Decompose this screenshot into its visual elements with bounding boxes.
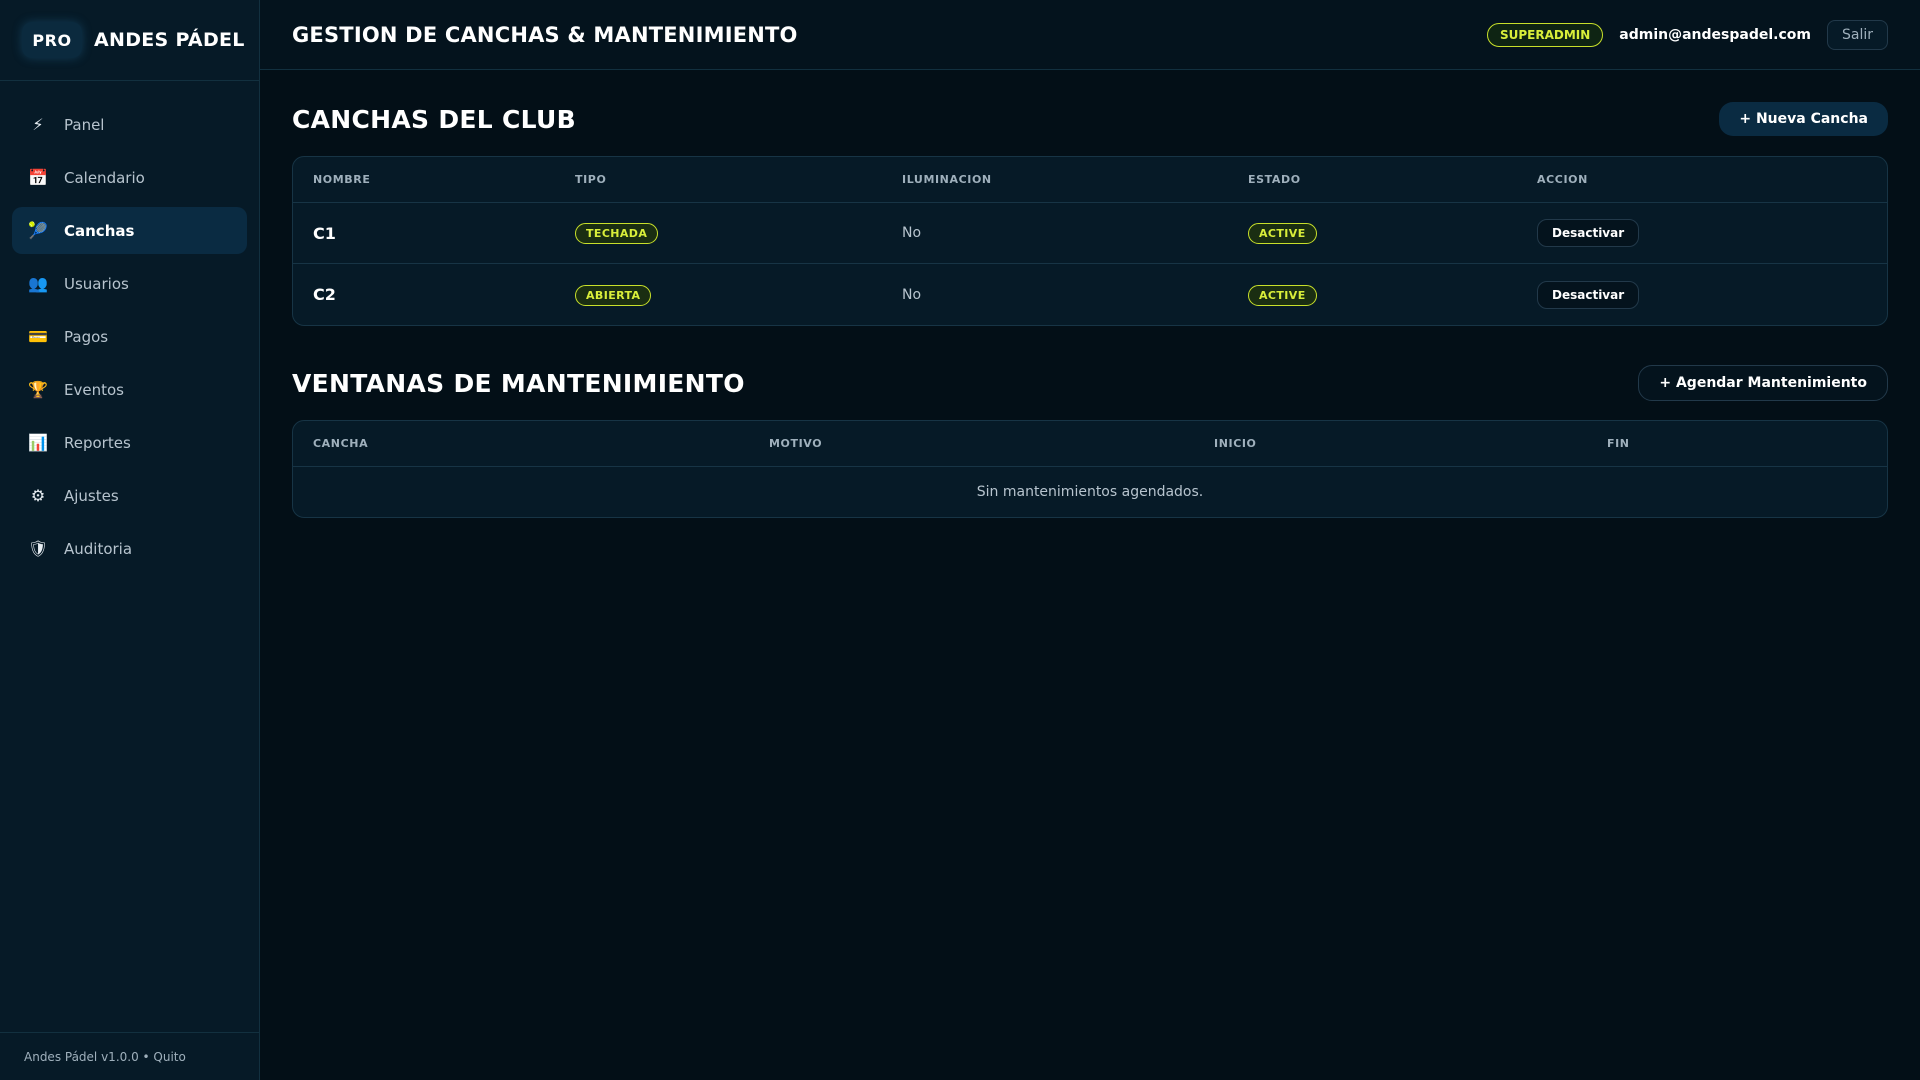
gear-icon: ⚙ <box>30 486 46 505</box>
sidebar-item-pagos[interactable]: 💳 Pagos <box>12 313 247 360</box>
calendar-icon: 📅 <box>28 168 48 187</box>
court-type-cell: TECHADA <box>575 222 902 244</box>
column-header[interactable]: ILUMINACION <box>902 173 1248 186</box>
courts-section: CANCHAS DEL CLUB + Nueva Cancha NOMBRE T… <box>292 102 1888 326</box>
schedule-maintenance-button[interactable]: + Agendar Mantenimiento <box>1638 365 1888 401</box>
maintenance-section-header: VENTANAS DE MANTENIMIENTO + Agendar Mant… <box>292 365 1888 401</box>
courts-title: CANCHAS DEL CLUB <box>292 104 576 134</box>
sidebar-item-label: Auditoria <box>64 539 133 558</box>
deactivate-button[interactable]: Desactivar <box>1537 280 1640 309</box>
user-email: admin@andespadel.com <box>1619 26 1811 43</box>
empty-state-message: Sin mantenimientos agendados. <box>976 484 1204 500</box>
sidebar-nav: ⚡ Panel 📅 Calendario 🎾 Canchas 👥 Usuario… <box>0 81 259 572</box>
deactivate-button[interactable]: Desactivar <box>1537 219 1640 247</box>
sidebar-item-label: Panel <box>64 115 105 134</box>
courts-table: NOMBRE TIPO ILUMINACION ESTADO ACCION C1… <box>292 156 1888 326</box>
court-name: C2 <box>313 285 336 304</box>
sidebar-item-label: Usuarios <box>64 274 129 293</box>
sidebar-item-reportes[interactable]: 📊 Reportes <box>12 419 247 466</box>
sidebar-item-panel[interactable]: ⚡ Panel <box>12 101 247 148</box>
brand: PRO ANDES PÁDEL <box>0 0 259 81</box>
column-header[interactable]: NOMBRE <box>313 173 575 186</box>
court-type-badge: TECHADA <box>575 223 659 244</box>
tennis-ball-icon: 🎾 <box>28 221 48 240</box>
top-header: GESTION DE CANCHAS & MANTENIMIENTO SUPER… <box>260 0 1920 70</box>
table-header: CANCHA MOTIVO INICIO FIN <box>293 421 1887 467</box>
sidebar-item-usuarios[interactable]: 👥 Usuarios <box>12 260 247 307</box>
column-header[interactable]: CANCHA <box>313 437 769 450</box>
column-header[interactable]: MOTIVO <box>769 437 1214 450</box>
column-header[interactable]: ESTADO <box>1248 173 1537 186</box>
users-icon: 👥 <box>28 274 48 293</box>
court-type-cell: ABIERTA <box>575 284 902 306</box>
court-type-badge: ABIERTA <box>575 284 652 306</box>
court-status-cell: ACTIVE <box>1248 284 1537 306</box>
lightning-icon: ⚡ <box>32 115 44 134</box>
sidebar-item-auditoria[interactable]: 🛡 Auditoria <box>12 525 247 572</box>
brand-logo[interactable]: PRO <box>22 22 82 58</box>
maintenance-title: VENTANAS DE MANTENIMIENTO <box>292 368 745 398</box>
sidebar-item-canchas[interactable]: 🎾 Canchas <box>12 207 247 254</box>
bar-chart-icon: 📊 <box>28 433 48 452</box>
shield-icon: 🛡 <box>27 539 49 558</box>
version-footer: Andes Pádel v1.0.0 • Quito <box>0 1032 259 1080</box>
credit-card-icon: 💳 <box>28 327 48 346</box>
column-header[interactable]: TIPO <box>575 173 902 186</box>
court-status-cell: ACTIVE <box>1248 222 1537 244</box>
sidebar-item-label: Calendario <box>64 168 145 187</box>
courts-section-header: CANCHAS DEL CLUB + Nueva Cancha <box>292 102 1888 136</box>
sidebar-item-label: Ajustes <box>64 486 119 505</box>
status-badge: ACTIVE <box>1248 284 1317 306</box>
main-content: CANCHAS DEL CLUB + Nueva Cancha NOMBRE T… <box>292 70 1888 518</box>
role-badge: SUPERADMIN <box>1486 22 1604 47</box>
page-title: GESTION DE CANCHAS & MANTENIMIENTO <box>292 22 798 47</box>
sidebar-item-eventos[interactable]: 🏆 Eventos <box>12 366 247 413</box>
status-badge: ACTIVE <box>1248 223 1317 244</box>
court-lighting: No <box>902 286 922 303</box>
trophy-icon: 🏆 <box>28 380 48 399</box>
sidebar-item-calendario[interactable]: 📅 Calendario <box>12 154 247 201</box>
sidebar: PRO ANDES PÁDEL ⚡ Panel 📅 Calendario 🎾 C… <box>0 0 260 1080</box>
header-user-area: SUPERADMIN admin@andespadel.com Salir <box>1486 19 1888 50</box>
court-name: C1 <box>313 223 336 243</box>
table-row: C2 ABIERTA No ACTIVE Desactivar <box>293 264 1887 325</box>
sidebar-item-label: Reportes <box>64 433 131 452</box>
new-court-button[interactable]: + Nueva Cancha <box>1719 102 1888 136</box>
sidebar-item-label: Pagos <box>64 327 109 346</box>
column-header[interactable]: ACCION <box>1537 173 1588 186</box>
column-header[interactable]: INICIO <box>1214 437 1607 450</box>
maintenance-section: VENTANAS DE MANTENIMIENTO + Agendar Mant… <box>292 365 1888 518</box>
table-header: NOMBRE TIPO ILUMINACION ESTADO ACCION <box>293 157 1887 203</box>
sidebar-item-label: Eventos <box>64 380 124 399</box>
table-row: C1 TECHADA No ACTIVE Desactivar <box>293 203 1887 264</box>
logout-button[interactable]: Salir <box>1826 19 1888 50</box>
brand-name: ANDES PÁDEL <box>94 29 245 51</box>
maintenance-table: CANCHA MOTIVO INICIO FIN Sin mantenimien… <box>292 420 1888 518</box>
column-header[interactable]: FIN <box>1607 437 1630 450</box>
court-lighting: No <box>902 225 922 241</box>
sidebar-item-ajustes[interactable]: ⚙ Ajustes <box>12 472 247 519</box>
sidebar-item-label: Canchas <box>64 221 135 240</box>
